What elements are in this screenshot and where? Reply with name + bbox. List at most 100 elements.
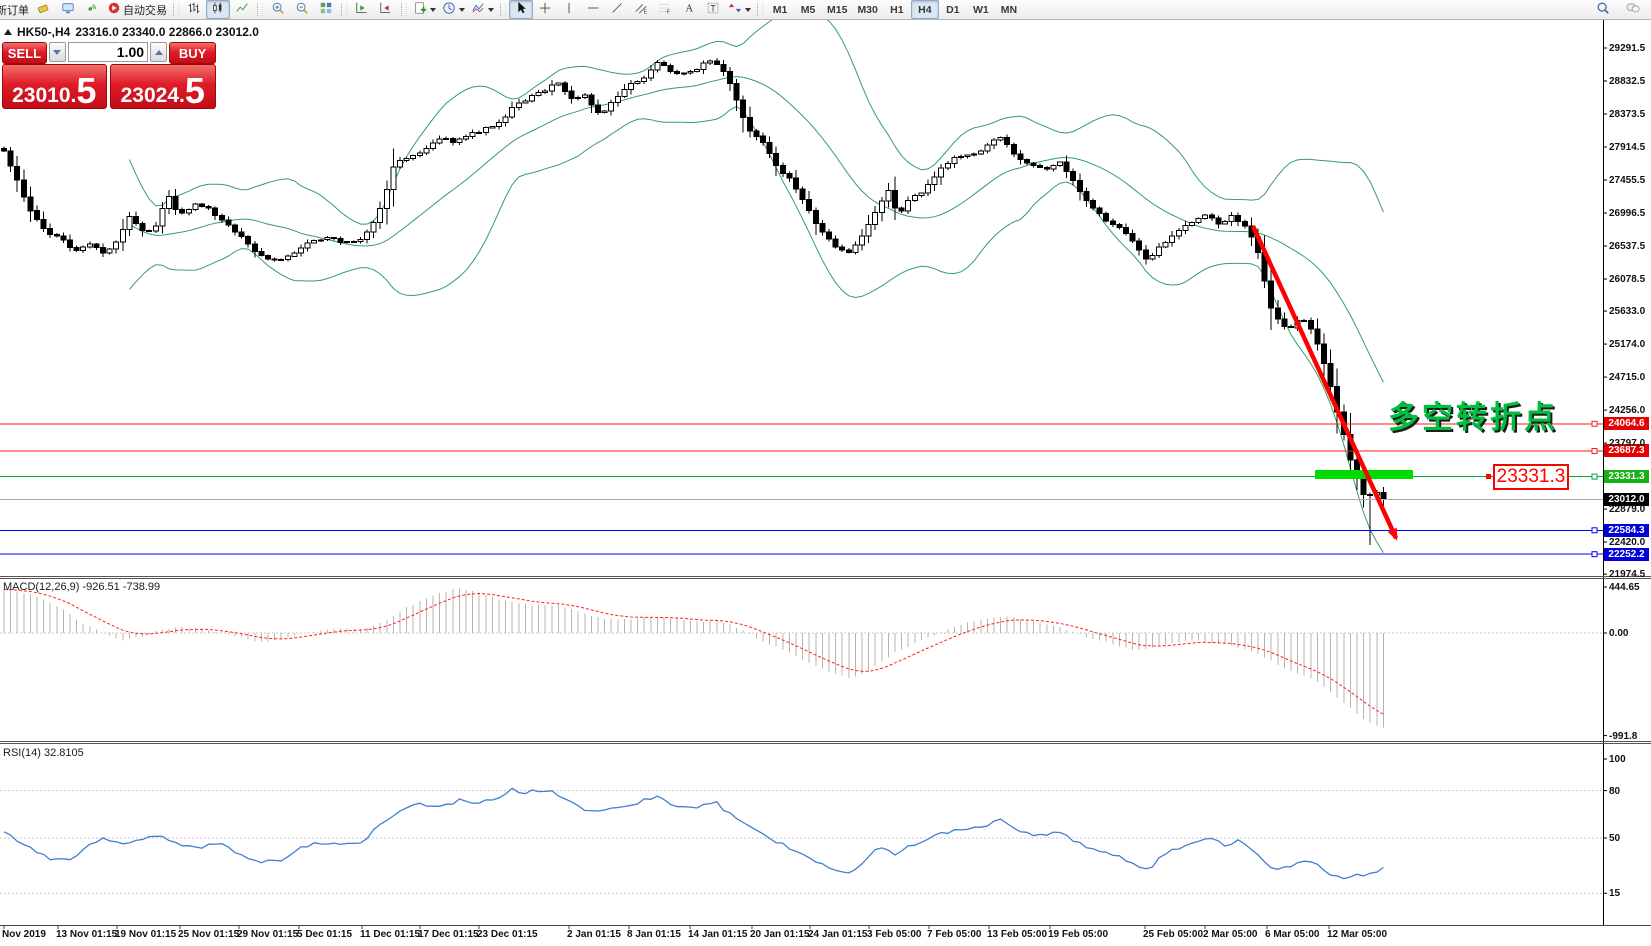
signals-button[interactable] [80, 0, 104, 19]
text-button[interactable]: A [677, 0, 701, 19]
signal-icon [85, 1, 99, 18]
main-toolbar: 新订单 自动交易 E F A T M1M5M15M30H1H4D1W1MN [0, 0, 1651, 20]
crosshair-button[interactable] [533, 0, 557, 19]
template-icon [413, 1, 427, 18]
chat-icon [1626, 1, 1640, 18]
indicators-icon [471, 1, 485, 18]
svg-text:A: A [686, 4, 694, 15]
chevron-down-icon [430, 8, 436, 12]
candles-icon [211, 1, 225, 18]
macd-pane[interactable] [0, 589, 1603, 728]
text-label-button[interactable]: T [701, 0, 725, 19]
one-click-trading-panel: SELL BUY 23010.5 23024.5 [2, 42, 216, 109]
toolbar-handle [401, 3, 407, 16]
lot-size-input[interactable] [68, 42, 148, 62]
timeframe-d1-button[interactable]: D1 [939, 0, 967, 19]
arrows-tool-button[interactable] [725, 0, 754, 19]
linechart-icon [235, 1, 249, 18]
vertical-line-button[interactable] [557, 0, 581, 19]
timeframe-m1-button[interactable]: M1 [766, 0, 794, 19]
chart-shift-button[interactable] [374, 0, 398, 19]
svg-text:T: T [710, 4, 716, 14]
resistance-line-24064-handle[interactable] [1592, 421, 1597, 426]
bar-chart-button[interactable] [182, 0, 206, 19]
eraser-icon [37, 1, 51, 18]
timeframe-h4-button[interactable]: H4 [911, 0, 939, 19]
rsi-pane[interactable] [0, 788, 1603, 893]
chevron-down-icon [488, 8, 494, 12]
candlestick-chart-button[interactable] [206, 0, 230, 19]
sell-price-display[interactable]: 23010.5 [2, 64, 107, 109]
timeframe-m15-button[interactable]: M15 [822, 0, 852, 19]
vline-icon [562, 1, 576, 18]
bollinger-lower-band [129, 107, 1383, 553]
trend-arrow[interactable] [1253, 226, 1396, 538]
bars-icon [187, 1, 201, 18]
highlight-tool-button[interactable] [32, 0, 56, 19]
zoom-in-button[interactable] [266, 0, 290, 19]
chevron-down-icon [459, 8, 465, 12]
buy-price-display[interactable]: 23024.5 [110, 64, 217, 109]
tiles-icon [319, 1, 333, 18]
zoom-out-button[interactable] [290, 0, 314, 19]
buy-price-frac: 5 [185, 76, 205, 106]
period-menu-button[interactable] [439, 0, 468, 19]
new-order-button-label: 新订单 [0, 2, 29, 18]
search-button[interactable] [1591, 0, 1615, 19]
svg-text:F: F [667, 9, 670, 15]
sell-price-main: 23010 [12, 85, 70, 106]
horizontal-line-button[interactable] [581, 0, 605, 19]
toolbar-handle [757, 3, 763, 16]
toolbar-handle [500, 3, 506, 16]
equidistant-channel-button[interactable]: E [629, 0, 653, 19]
spin-down-icon [53, 50, 61, 55]
tile-windows-button[interactable] [314, 0, 338, 19]
timeframe-m30-button[interactable]: M30 [852, 0, 882, 19]
svg-text:E: E [644, 9, 648, 15]
sell-price-frac: 5 [76, 76, 96, 106]
new-order-button[interactable]: 新订单 [0, 0, 32, 19]
chevron-down-icon [745, 8, 751, 12]
zoomin-icon [271, 1, 285, 18]
textT-icon: T [706, 1, 720, 18]
sell-button[interactable]: SELL [2, 42, 47, 64]
line-chart-button[interactable] [230, 0, 254, 19]
cursor-button[interactable] [509, 0, 533, 19]
support-line-22584-handle[interactable] [1592, 528, 1597, 533]
lot-increase-button[interactable] [150, 42, 167, 62]
resistance-line-23687-handle[interactable] [1592, 449, 1597, 454]
timeframe-m5-button[interactable]: M5 [794, 0, 822, 19]
timeframe-mn-button[interactable]: MN [995, 0, 1023, 19]
channel-icon: E [634, 1, 648, 18]
arrows-icon [728, 1, 742, 18]
timeframe-h1-button[interactable]: H1 [883, 0, 911, 19]
trendline-button[interactable] [605, 0, 629, 19]
toolbar-handle [173, 3, 179, 16]
chart-canvas[interactable] [0, 0, 1651, 946]
bollinger-middle-band [129, 77, 1383, 383]
market-watch-button[interactable] [56, 0, 80, 19]
buy-price-main: 23024 [121, 85, 179, 106]
lot-decrease-button[interactable] [49, 42, 66, 62]
fibonacci-button[interactable]: F [653, 0, 677, 19]
timeframe-w1-button[interactable]: W1 [967, 0, 995, 19]
zoomout-icon [295, 1, 309, 18]
pivot-line-23331-handle[interactable] [1592, 474, 1597, 479]
spin-up-icon [155, 50, 163, 55]
fibo-icon: F [658, 1, 672, 18]
textA-icon: A [682, 1, 696, 18]
buy-button[interactable]: BUY [169, 42, 216, 64]
crosshair-icon [538, 1, 552, 18]
toolbar-handle [341, 3, 347, 16]
autotrading-button[interactable]: 自动交易 [104, 0, 170, 19]
monitor-icon [61, 1, 75, 18]
autotrading-button-label: 自动交易 [123, 2, 167, 18]
macd-signal-line [4, 590, 1383, 715]
rsi-line [4, 788, 1383, 878]
new-template-button[interactable] [410, 0, 439, 19]
clock-icon [442, 1, 456, 18]
indicators-menu-button[interactable] [468, 0, 497, 19]
support-line-22252-handle[interactable] [1592, 552, 1597, 557]
chat-button[interactable] [1621, 0, 1645, 19]
auto-scroll-button[interactable] [350, 0, 374, 19]
